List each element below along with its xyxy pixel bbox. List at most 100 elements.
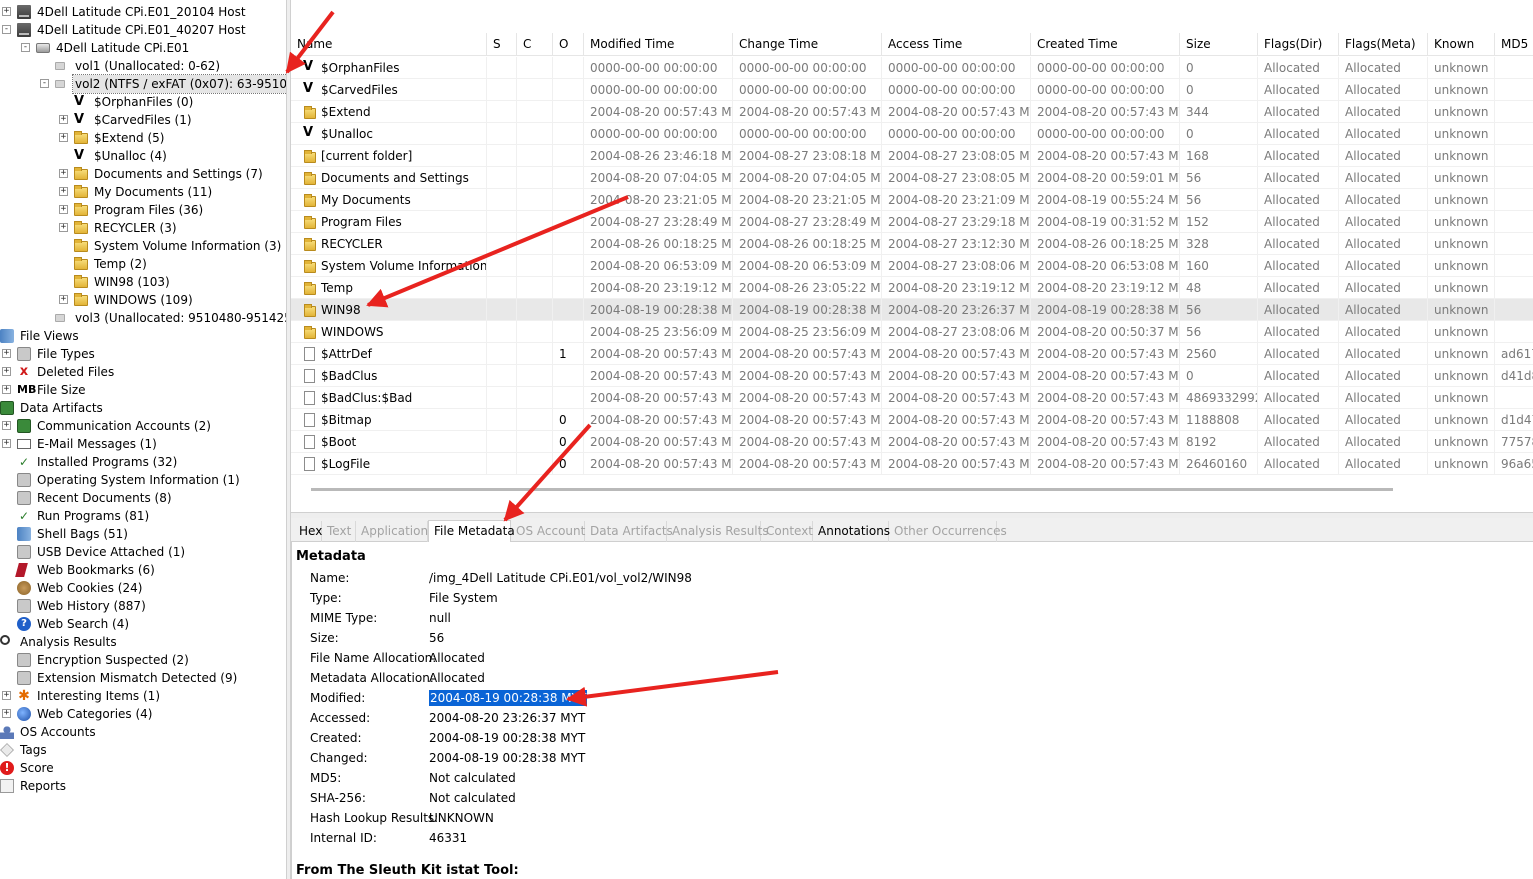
column-header[interactable]: S	[487, 33, 517, 56]
expand-toggle-icon[interactable]: +	[59, 115, 68, 124]
cell-created: 2004-08-19 00:55:24 MYT	[1031, 189, 1180, 211]
table-row[interactable]: Program Files 2004-08-27 23:28:49 MYT 2004…	[291, 211, 1533, 233]
tab-os-account[interactable]: OS Account	[511, 521, 585, 542]
cell-s	[487, 409, 517, 431]
expand-toggle-icon[interactable]: +	[2, 385, 11, 394]
table-row[interactable]: My Documents 2004-08-20 23:21:05 MYT 2004-…	[291, 189, 1533, 211]
metadata-value[interactable]: Allocated	[429, 648, 485, 668]
column-header[interactable]: C	[517, 33, 553, 56]
tab-data-artifacts[interactable]: Data Artifacts	[585, 521, 673, 542]
cell-modified: 2004-08-20 00:57:43 MYT	[584, 365, 733, 387]
metadata-value[interactable]: 2004-08-19 00:28:38 MYT	[429, 690, 588, 706]
expand-toggle-icon[interactable]: +	[2, 349, 11, 358]
expand-toggle-icon[interactable]: +	[2, 7, 11, 16]
collapse-toggle-icon[interactable]: -	[21, 43, 30, 52]
metadata-value[interactable]: /img_4Dell Latitude CPi.E01/vol_vol2/WIN…	[429, 568, 692, 588]
virtual-folder-icon: V	[303, 125, 314, 140]
table-row[interactable]: V $Unalloc 0000-00-00 00:00:00 0000-00-00 0…	[291, 123, 1533, 145]
table-row[interactable]: $BadClus:$Bad 2004-08-20 00:57:43 MYT 2004…	[291, 387, 1533, 409]
file-name: Program Files	[321, 215, 402, 229]
table-row[interactable]: $Extend 2004-08-20 00:57:43 MYT 2004-08-20…	[291, 101, 1533, 123]
cell-created: 2004-08-20 00:57:43 MYT	[1031, 453, 1180, 475]
tab-file-metadata[interactable]: File Metadata	[428, 520, 515, 543]
cell-modified: 2004-08-26 00:18:25 MYT	[584, 233, 733, 255]
expand-toggle-icon[interactable]: +	[59, 295, 68, 304]
expand-toggle-icon[interactable]: +	[2, 367, 11, 376]
column-header[interactable]: Name	[291, 33, 487, 56]
cell-created: 2004-08-26 00:18:25 MYT	[1031, 233, 1180, 255]
column-header[interactable]: Known	[1428, 33, 1495, 56]
tab-annotations[interactable]: Annotations	[813, 521, 890, 542]
expand-toggle-icon[interactable]: +	[2, 421, 11, 430]
folder-icon	[74, 275, 88, 288]
metadata-value[interactable]: 56	[429, 628, 444, 648]
column-header[interactable]: Created Time	[1031, 33, 1180, 56]
tab-context[interactable]: Context	[761, 521, 813, 542]
expand-toggle-icon[interactable]: +	[59, 205, 68, 214]
column-header[interactable]: O	[553, 33, 584, 56]
collapse-toggle-icon[interactable]: -	[40, 79, 49, 88]
column-header[interactable]: Access Time	[882, 33, 1031, 56]
column-header[interactable]: MD5 H	[1495, 33, 1533, 56]
artifact-icon	[17, 599, 31, 613]
cell-o	[553, 211, 584, 233]
istat-section-title: From The Sleuth Kit istat Tool:	[296, 863, 519, 878]
table-row[interactable]: WINDOWS 2004-08-25 23:56:09 MYT 2004-08-25…	[291, 321, 1533, 343]
column-header[interactable]: Flags(Meta)	[1339, 33, 1428, 56]
table-row[interactable]: [current folder] 2004-08-26 23:46:18 MYT 2…	[291, 145, 1533, 167]
metadata-value[interactable]: File System	[429, 588, 498, 608]
tab-application[interactable]: Application	[356, 521, 428, 542]
cell-fdir: Allocated	[1258, 255, 1339, 277]
horizontal-scrollbar[interactable]	[311, 488, 1393, 491]
expand-toggle-icon[interactable]: +	[59, 223, 68, 232]
tab-other-occurrences[interactable]: Other Occurrences	[889, 521, 1007, 542]
expand-toggle-icon[interactable]: +	[59, 187, 68, 196]
file-name: $CarvedFiles	[321, 83, 398, 97]
metadata-value[interactable]: Allocated	[429, 668, 485, 688]
table-row[interactable]: $AttrDef 1 2004-08-20 00:57:43 MYT 2004-08-…	[291, 343, 1533, 365]
metadata-value[interactable]: 2004-08-19 00:28:38 MYT	[429, 728, 585, 748]
metadata-value[interactable]: 46331	[429, 828, 467, 848]
tab-text[interactable]: Text	[322, 521, 356, 542]
metadata-value[interactable]: null	[429, 608, 451, 628]
expand-toggle-icon[interactable]: +	[2, 709, 11, 718]
column-header[interactable]: Size	[1180, 33, 1258, 56]
table-row[interactable]: Documents and Settings 2004-08-20 07:04:0…	[291, 167, 1533, 189]
table-row[interactable]: WIN98 2004-08-19 00:28:38 MYT 2004-08-19 0…	[291, 299, 1533, 321]
metadata-value[interactable]: 2004-08-19 00:28:38 MYT	[429, 748, 585, 768]
metadata-value[interactable]: Not calculated	[429, 788, 516, 808]
column-header[interactable]: Change Time	[733, 33, 882, 56]
table-row[interactable]: System Volume Information 2004-08-20 06:5…	[291, 255, 1533, 277]
artifact-icon	[17, 545, 31, 559]
cell-c	[517, 365, 553, 387]
metadata-value[interactable]: Not calculated	[429, 768, 516, 788]
table-row[interactable]: RECYCLER 2004-08-26 00:18:25 MYT 2004-08-2…	[291, 233, 1533, 255]
cell-md5: d41d8	[1495, 365, 1533, 387]
column-header[interactable]: Modified Time	[584, 33, 733, 56]
tab-hex[interactable]: Hex	[294, 521, 322, 542]
column-header[interactable]: Flags(Dir)	[1258, 33, 1339, 56]
table-row[interactable]: $Boot 0 2004-08-20 00:57:43 MYT 2004-08-20 …	[291, 431, 1533, 453]
expand-toggle-icon[interactable]: +	[2, 691, 11, 700]
expand-toggle-icon[interactable]: +	[59, 133, 68, 142]
metadata-key: MD5:	[310, 771, 342, 785]
tree-item-label: Data Artifacts	[20, 401, 103, 415]
cell-change: 0000-00-00 00:00:00	[733, 123, 882, 145]
table-row[interactable]: $LogFile 0 2004-08-20 00:57:43 MYT 2004-08-…	[291, 453, 1533, 475]
metadata-value[interactable]: 2004-08-20 23:26:37 MYT	[429, 708, 585, 728]
collapse-toggle-icon[interactable]: -	[2, 25, 11, 34]
table-row[interactable]: V $OrphanFiles 0000-00-00 00:00:00 0000-00-…	[291, 57, 1533, 79]
metadata-value[interactable]: UNKNOWN	[429, 808, 494, 828]
cell-fmeta: Allocated	[1339, 233, 1428, 255]
expand-toggle-icon[interactable]: +	[59, 169, 68, 178]
expand-toggle-icon[interactable]: +	[2, 439, 11, 448]
cell-size: 0	[1180, 123, 1258, 145]
tab-analysis-results[interactable]: Analysis Results	[667, 521, 769, 542]
table-row[interactable]: $Bitmap 0 2004-08-20 00:57:43 MYT 2004-08-2…	[291, 409, 1533, 431]
cell-c	[517, 387, 553, 409]
table-row[interactable]: $BadClus 2004-08-20 00:57:43 MYT 2004-08-2…	[291, 365, 1533, 387]
table-row[interactable]: V $CarvedFiles 0000-00-00 00:00:00 0000-00-…	[291, 79, 1533, 101]
tree-item-label: $OrphanFiles (0)	[94, 95, 194, 109]
table-row[interactable]: Temp 2004-08-20 23:19:12 MYT 2004-08-26 23…	[291, 277, 1533, 299]
cell-access: 2004-08-27 23:08:05 MYT	[882, 145, 1031, 167]
